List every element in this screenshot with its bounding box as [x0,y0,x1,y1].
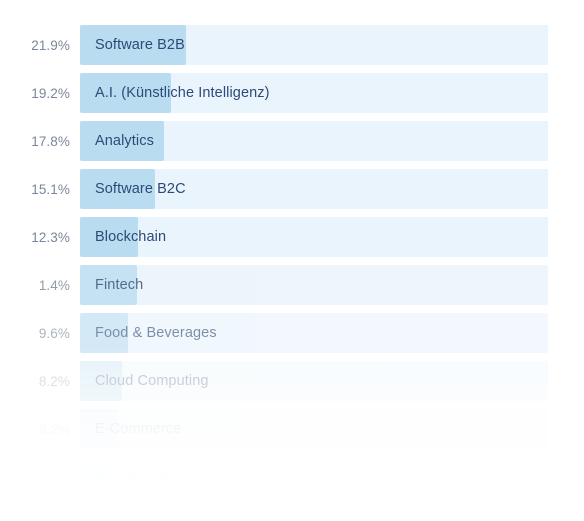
bar-row[interactable]: 21.9% Software B2B [0,25,584,65]
bar-category-label: Food & Beverages [95,325,217,341]
bar-row[interactable]: 17.8% Analytics [0,121,584,161]
bar-value-label: 8.2% [38,421,70,437]
bar-category-label: E-Commerce [95,421,182,437]
bar-row[interactable]: 9.6% Food & Beverages [0,313,584,353]
bar-value-label: 17.8% [31,133,70,149]
bar-category-label: Analytics [95,133,154,149]
bar-track: Social Media [80,457,548,497]
bar-category-label: Software B2C [95,181,186,197]
bar-category-label: Software B2B [95,37,185,53]
bar-track: Software B2B [80,25,548,65]
bar-chart: 21.9% Software B2B 19.2% A.I. (Künstliche I… [0,0,584,521]
bar-row[interactable]: 1.4% Fintech [0,265,584,305]
bar-row[interactable]: 8.2% Cloud Computing [0,361,584,401]
bar-row[interactable]: 15.1% Software B2C [0,169,584,209]
bar-value-label: 1.4% [38,277,70,293]
bar-chart-rows: 21.9% Software B2B 19.2% A.I. (Künstliche I… [0,25,584,505]
bar-track: Fintech [80,265,548,305]
bar-category-label: Blockchain [95,229,167,245]
bar-track: Software B2C [80,169,548,209]
bar-track: Analytics [80,121,548,161]
bar-category-label: A.I. (Künstliche Intelligenz) [95,85,270,101]
bar-track: Blockchain [80,217,548,257]
bar-row[interactable]: Social Media [0,457,584,497]
bar-row[interactable]: 19.2% A.I. (Künstliche Intelligenz) [0,73,584,113]
bar-track: A.I. (Künstliche Intelligenz) [80,73,548,113]
bar-track: Food & Beverages [80,313,548,353]
bar-value-label: 15.1% [31,181,70,197]
bar-category-label: Fintech [95,277,144,293]
bar-track: Cloud Computing [80,361,548,401]
bar-track: E-Commerce [80,409,548,449]
bar-value-label: 21.9% [31,37,70,53]
bar-value-label: 19.2% [31,85,70,101]
bar-value-label: 12.3% [31,229,70,245]
bar-category-label: Cloud Computing [95,373,209,389]
bar-row[interactable]: 12.3% Blockchain [0,217,584,257]
bar-category-label: Social Media [95,469,180,485]
bar-value-label: 9.6% [38,325,70,341]
bar-row[interactable]: 8.2% E-Commerce [0,409,584,449]
bar-value-label: 8.2% [38,373,70,389]
